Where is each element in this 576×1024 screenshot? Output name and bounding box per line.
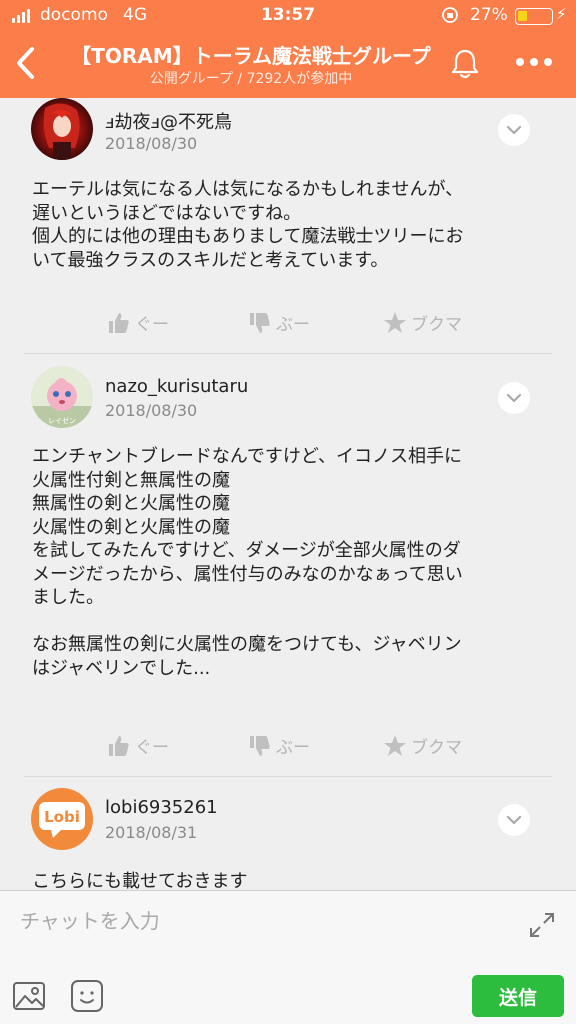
post-item: ⅎ劫夜ⅎ@不死鳥 2018/08/30 エーテルは気になる人は気になるかもしれま…: [0, 98, 576, 354]
thumbs-up-icon: [109, 312, 129, 333]
bell-icon[interactable]: [447, 46, 483, 82]
bad-label: ぶー: [276, 315, 310, 335]
post-item: Lobi lobi6935261 2018/08/31 こちらにも載せておきます: [0, 778, 576, 890]
bookmark-label: ブクマ: [411, 315, 462, 335]
charging-icon: ⚡: [556, 5, 567, 23]
good-button[interactable]: ぐー: [107, 310, 169, 335]
avatar[interactable]: Lobi: [31, 788, 93, 850]
post-item: レイゼン nazo_kurisutaru 2018/08/30 エンチャントブレ…: [0, 354, 576, 778]
expand-icon[interactable]: [528, 911, 556, 939]
battery-percent: 27%: [470, 5, 508, 25]
post-body: エンチャントブレードなんですけど、イコノス相手に 火属性付剣と無属性の魔 無属性…: [32, 446, 463, 679]
avatar[interactable]: レイゼン: [31, 366, 93, 428]
post-date: 2018/08/30: [105, 401, 198, 420]
divider: [24, 776, 552, 777]
send-button[interactable]: 送信: [472, 975, 564, 1017]
svg-text:Lobi: Lobi: [44, 808, 80, 826]
battery-icon: [515, 8, 553, 25]
star-icon: [384, 734, 406, 756]
username[interactable]: ⅎ劫夜ⅎ@不死鳥: [105, 108, 232, 134]
post-actions: ぐー ぶー ブクマ: [0, 310, 576, 338]
image-icon[interactable]: [12, 979, 46, 1013]
post-actions: ぐー ぶー ブクマ: [0, 733, 576, 761]
more-dots-icon[interactable]: [512, 52, 556, 72]
top-bar: docomo 4G 13:57 27% ⚡ 【TORAM】トーラム魔法戦士グルー…: [0, 0, 576, 98]
thumbs-down-icon: [250, 735, 270, 756]
chat-input[interactable]: チャットを入力: [20, 905, 160, 934]
chevron-down-icon: [506, 815, 522, 825]
username[interactable]: lobi6935261: [105, 797, 218, 818]
good-button[interactable]: ぐー: [107, 733, 169, 758]
post-body: こちらにも載せておきます: [32, 871, 248, 890]
group-title[interactable]: 【TORAM】トーラム魔法戦士グループ: [66, 40, 436, 69]
post-date: 2018/08/30: [105, 134, 198, 153]
post-body: エーテルは気になる人は気になるかもしれませんが、 遅いというほどではないですね。…: [32, 179, 464, 271]
status-bar: docomo 4G 13:57 27% ⚡: [0, 0, 576, 32]
username[interactable]: nazo_kurisutaru: [105, 376, 248, 397]
bookmark-label: ブクマ: [411, 738, 462, 758]
thumbs-down-icon: [250, 312, 270, 333]
thumbs-up-icon: [109, 735, 129, 756]
group-subtitle: 公開グループ / 7292人が参加中: [149, 71, 353, 87]
star-icon: [384, 311, 406, 333]
svg-text:レイゼン: レイゼン: [48, 416, 76, 425]
bookmark-button[interactable]: ブクマ: [383, 310, 462, 335]
bad-button[interactable]: ぶー: [248, 733, 310, 758]
back-chevron-icon[interactable]: [10, 43, 40, 83]
chat-composer: チャットを入力 送信: [0, 890, 576, 1024]
message-feed[interactable]: ⅎ劫夜ⅎ@不死鳥 2018/08/30 エーテルは気になる人は気になるかもしれま…: [0, 98, 576, 890]
post-menu-button[interactable]: [498, 804, 530, 836]
chevron-down-icon: [506, 393, 522, 403]
post-menu-button[interactable]: [498, 114, 530, 146]
post-date: 2018/08/31: [105, 823, 198, 842]
chevron-down-icon: [506, 125, 522, 135]
group-header: 【TORAM】トーラム魔法戦士グループ 公開グループ / 7292人が参加中: [0, 32, 576, 98]
avatar[interactable]: [31, 98, 93, 160]
emoji-icon[interactable]: [70, 979, 104, 1013]
good-label: ぐー: [135, 315, 169, 335]
good-label: ぐー: [135, 738, 169, 758]
rotation-lock-icon: [442, 7, 458, 23]
bad-label: ぶー: [276, 738, 310, 758]
bookmark-button[interactable]: ブクマ: [383, 733, 462, 758]
post-menu-button[interactable]: [498, 382, 530, 414]
bad-button[interactable]: ぶー: [248, 310, 310, 335]
